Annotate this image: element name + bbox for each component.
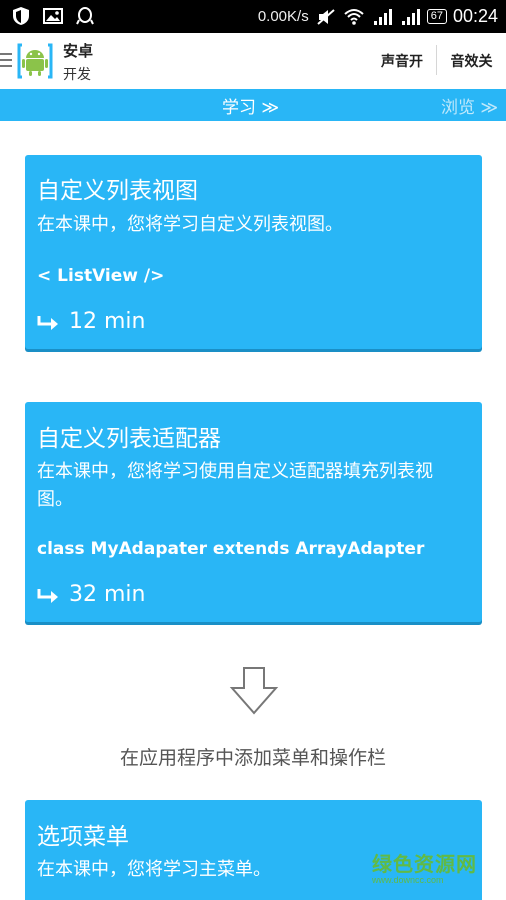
lesson-title: 自定义列表适配器 [37, 426, 221, 452]
signal-icon-2 [401, 8, 420, 25]
section-title: 在应用程序中添加菜单和操作栏 [119, 747, 386, 769]
watermark-url: www.downcc.com [372, 875, 444, 885]
silent-icon [317, 8, 335, 25]
lesson-title: 选项菜单 [37, 824, 129, 850]
lesson-duration: 12 min [37, 309, 145, 334]
lesson-duration: 32 min [37, 582, 145, 607]
lesson-code: < ListView /> [37, 266, 165, 286]
app-subtitle: 开发 [63, 67, 91, 83]
status-bar: 0.00K/s 67 00:24 [0, 0, 506, 33]
lesson-description: 在本课中，您将学习使用自定义适配器填充列表视图。 [37, 461, 433, 510]
tab-bar: 学习 ≫ 浏览 ≫ [0, 89, 506, 121]
lesson-title: 自定义列表视图 [37, 178, 198, 204]
effects-toggle-button[interactable]: 音效关 [437, 33, 506, 88]
arrow-right-icon [37, 588, 58, 603]
android-logo-icon[interactable] [15, 41, 55, 81]
lesson-description: 在本课中，您将学习自定义列表视图。 [37, 214, 343, 235]
tab-learn[interactable]: 学习 ≫ [222, 93, 279, 118]
duration-text: 12 min [69, 309, 146, 334]
action-bar: 安卓 开发 声音开 音效关 [0, 33, 506, 88]
sound-toggle-button[interactable]: 声音开 [368, 33, 436, 88]
arrow-down-icon [229, 667, 279, 715]
signal-icon [373, 8, 392, 25]
status-bar-left-icons [10, 6, 96, 26]
watermark-text: 绿色资源网 [372, 852, 477, 876]
watermark: 绿色资源网 www.downcc.com [372, 848, 490, 892]
duration-text: 32 min [69, 582, 146, 607]
status-bar-right: 0.00K/s 67 00:24 [258, 0, 498, 33]
app-title: 安卓 [63, 42, 94, 60]
image-icon [43, 8, 63, 24]
clock: 00:24 [452, 6, 498, 26]
lesson-card[interactable]: 自定义列表视图 在本课中，您将学习自定义列表视图。 < ListView /> … [25, 155, 482, 349]
drawer-menu-icon[interactable] [0, 53, 12, 69]
battery-indicator: 67 [426, 9, 447, 24]
wifi-icon [344, 8, 364, 25]
net-speed: 0.00K/s [257, 8, 309, 25]
tab-browse[interactable]: 浏览 ≫ [441, 93, 498, 118]
qq-icon [76, 7, 94, 25]
lesson-code: class MyAdapater extends ArrayAdapter [37, 539, 425, 559]
lesson-card[interactable]: 自定义列表适配器 在本课中，您将学习使用自定义适配器填充列表视图。 class … [25, 402, 482, 622]
shield-icon [13, 7, 29, 25]
arrow-right-icon [37, 315, 58, 330]
